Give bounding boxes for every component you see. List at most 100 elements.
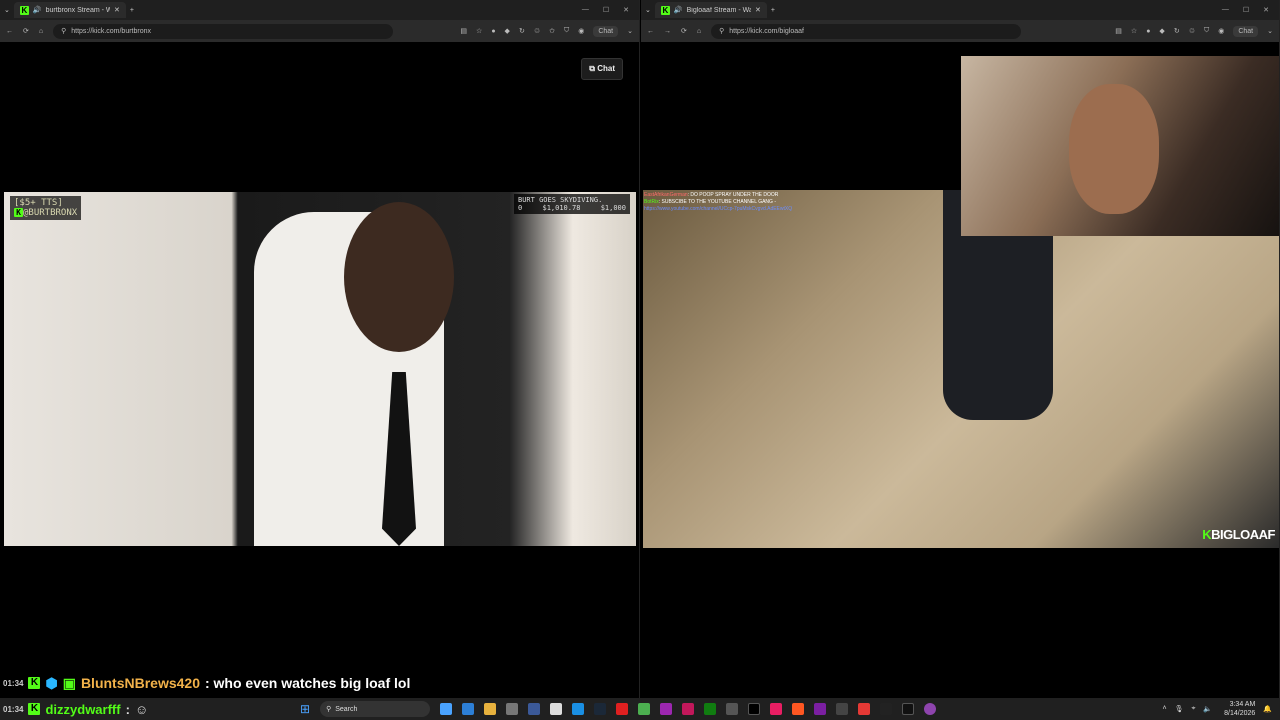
kick-icon: K — [14, 208, 23, 217]
chat-ticker: 01:34 K ⬢ ▣ BluntsNBrews420 : who even w… — [0, 674, 640, 692]
left-url-text: https://kick.com/burtbronx — [71, 27, 152, 35]
notification-bell-icon[interactable]: 🔔 — [1263, 705, 1280, 713]
close-window-icon[interactable]: ✕ — [1263, 6, 1269, 14]
left-stream-video[interactable]: [$5+ TTS] K @BURTBRONX BURT GOES SKYDIVIN… — [4, 192, 636, 546]
reload-icon[interactable]: ⟳ — [23, 27, 29, 35]
app-icon[interactable] — [836, 703, 849, 715]
minimize-icon[interactable]: — — [1222, 6, 1229, 14]
speaker-icon[interactable]: 🔊 — [33, 6, 42, 14]
right-url-text: https://kick.com/bigloaaf — [729, 27, 804, 35]
ticker-message: : who even watches big loaf lol — [204, 675, 411, 691]
forward-icon[interactable]: → — [664, 28, 671, 35]
chat-message: BotRix: SUBSCIBE TO THE YOUTUBE CHANNEL … — [644, 199, 776, 205]
edge-icon[interactable] — [572, 703, 585, 715]
left-tab[interactable]: K 🔊 burtbronx Stream - Watch Live ✕ — [13, 2, 126, 18]
chevron-down-icon[interactable]: ⌄ — [1267, 27, 1273, 35]
close-window-icon[interactable]: ✕ — [623, 6, 629, 14]
back-icon[interactable]: ← — [647, 28, 654, 35]
app-icon[interactable] — [550, 703, 563, 715]
site-info-icon[interactable]: ⚲ — [719, 27, 724, 35]
right-tab-title: Bigloaaf Stream - Watch Live — [686, 6, 751, 14]
tab-menu-icon[interactable]: ⌄ — [645, 6, 651, 14]
app-icon[interactable] — [792, 703, 805, 715]
right-address-field[interactable]: ⚲ https://kick.com/bigloaaf — [711, 23, 1022, 39]
home-icon[interactable]: ⌂ — [39, 28, 43, 35]
right-tab[interactable]: K 🔊 Bigloaaf Stream - Watch Live ✕ — [654, 2, 767, 18]
steam-icon[interactable] — [594, 703, 607, 715]
file-explorer-icon[interactable] — [484, 703, 497, 715]
app-icon[interactable] — [880, 703, 893, 715]
refresh-extension-icon[interactable]: ↻ — [1174, 27, 1180, 35]
app-icon[interactable] — [660, 703, 673, 715]
chat-pill-button[interactable]: Chat — [1233, 25, 1259, 37]
left-address-field[interactable]: ⚲ https://kick.com/burtbronx — [53, 23, 394, 39]
extension-icon[interactable]: ● — [1146, 28, 1150, 35]
app-icon[interactable] — [814, 703, 827, 715]
open-chat-button[interactable]: ⧉ Chat — [581, 58, 623, 80]
extension-icon[interactable]: ◆ — [505, 27, 510, 35]
right-url-bar: ← → ⟳ ⌂ ⚲ https://kick.com/bigloaaf ▤ ☆ … — [641, 20, 1279, 42]
left-tab-bar: ⌄ K 🔊 burtbronx Stream - Watch Live ✕ + … — [0, 0, 639, 20]
shield-icon[interactable]: ⛉ — [1204, 27, 1209, 35]
tts-overlay: [$5+ TTS] K @BURTBRONX — [10, 196, 82, 220]
shield-icon[interactable]: ⛉ — [564, 27, 569, 35]
chat-pill-button[interactable]: Chat — [593, 25, 619, 37]
reload-icon[interactable]: ⟳ — [681, 27, 687, 35]
right-stream-video[interactable] — [643, 190, 1279, 548]
windows-start-icon[interactable]: ⊞ — [300, 702, 310, 716]
app-icon[interactable] — [726, 703, 739, 715]
site-info-icon[interactable]: ⚲ — [61, 27, 66, 35]
favorite-icon[interactable]: ☆ — [476, 27, 482, 35]
close-tab-icon[interactable]: ✕ — [755, 6, 761, 14]
extension-icon[interactable]: ● — [491, 28, 495, 35]
windows-taskbar: 01:34 K dizzydwarfff : ☺ ⊞ ⚲ Search ˄ 🎙 … — [0, 698, 1280, 720]
taskbar-apps: ⊞ ⚲ Search — [300, 701, 937, 717]
microphone-icon[interactable]: 🎙 — [1175, 705, 1184, 713]
app-icon[interactable] — [506, 703, 519, 715]
taskbar-search[interactable]: ⚲ Search — [320, 701, 431, 717]
chrome-icon[interactable] — [638, 703, 651, 715]
app-icon[interactable] — [902, 703, 915, 715]
tiktok-icon[interactable] — [770, 703, 783, 715]
right-tab-bar: ⌄ K 🔊 Bigloaaf Stream - Watch Live ✕ + —… — [641, 0, 1279, 20]
new-tab-icon[interactable]: + — [771, 7, 775, 14]
close-tab-icon[interactable]: ✕ — [114, 6, 120, 14]
tab-menu-icon[interactable]: ⌄ — [4, 6, 10, 14]
app-icon[interactable] — [462, 703, 475, 715]
reader-icon[interactable]: ▤ — [460, 27, 467, 35]
collections-icon[interactable]: ♲ — [534, 27, 540, 35]
taskbar-chat-line: 01:34 K dizzydwarfff : ☺ — [3, 701, 149, 717]
xbox-icon[interactable] — [704, 703, 717, 715]
ticker-username: BluntsNBrews420 — [80, 675, 200, 691]
speaker-icon[interactable]: 🔊 — [674, 6, 683, 14]
profile-avatar-icon[interactable]: ◉ — [1218, 27, 1224, 35]
refresh-extension-icon[interactable]: ↻ — [519, 27, 525, 35]
minimize-icon[interactable]: — — [582, 6, 589, 14]
streamer-webcam — [961, 56, 1279, 236]
taskbar-clock[interactable]: 3:34 AM 8/14/2026 — [1224, 700, 1263, 718]
chevron-up-icon[interactable]: ˄ — [1162, 705, 1166, 713]
home-icon[interactable]: ⌂ — [697, 28, 701, 35]
app-icon[interactable] — [682, 703, 695, 715]
youtube-icon[interactable] — [616, 703, 629, 715]
favorite-icon[interactable]: ☆ — [1131, 27, 1137, 35]
back-icon[interactable]: ← — [6, 28, 13, 35]
extension-icon[interactable]: ◆ — [1159, 27, 1164, 35]
volume-icon[interactable]: 🔈 — [1203, 705, 1212, 713]
new-tab-icon[interactable]: + — [130, 7, 134, 14]
favorites-bar-icon[interactable]: ✩ — [549, 27, 555, 35]
reader-icon[interactable]: ▤ — [1115, 27, 1122, 35]
chevron-down-icon[interactable]: ⌄ — [627, 27, 633, 35]
app-icon[interactable] — [924, 703, 937, 715]
app-icon[interactable] — [528, 703, 541, 715]
profile-avatar-icon[interactable]: ◉ — [578, 27, 584, 35]
collections-icon[interactable]: ♲ — [1189, 27, 1195, 35]
channel-watermark: KBIGLOAAF — [1202, 527, 1275, 542]
maximize-icon[interactable]: ☐ — [603, 6, 609, 14]
app-icon[interactable] — [858, 703, 871, 715]
toolbar-icons: ▤ ☆ ● ◆ ↻ ♲ ⛉ ◉ Chat ⌄ — [1115, 25, 1273, 37]
app-icon[interactable] — [748, 703, 761, 715]
app-icon[interactable] — [440, 703, 453, 715]
maximize-icon[interactable]: ☐ — [1243, 6, 1249, 14]
network-icon[interactable]: ⌖ — [1191, 705, 1195, 713]
